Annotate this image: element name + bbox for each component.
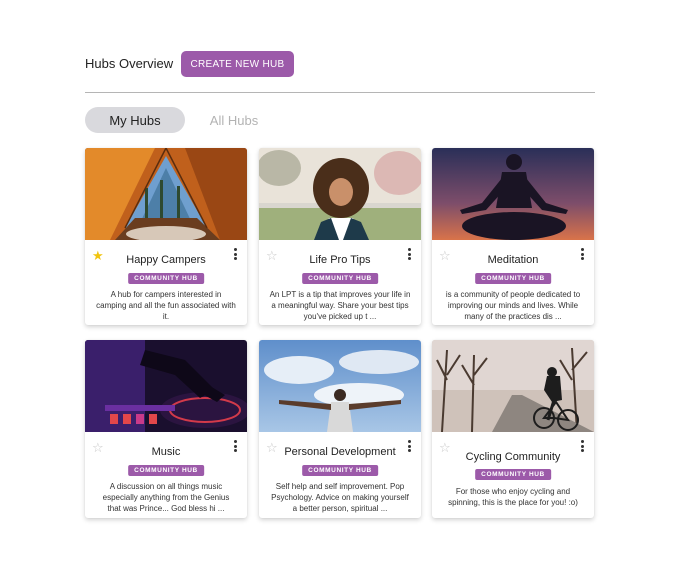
community-hub-badge: COMMUNITY HUB xyxy=(475,273,551,284)
hub-title: Happy Campers xyxy=(126,254,206,266)
create-new-hub-button[interactable]: CREATE NEW HUB xyxy=(181,51,294,77)
tab-my-hubs[interactable]: My Hubs xyxy=(85,107,185,133)
hub-card[interactable]: ★ Happy Campers COMMUNITY HUB A hub for … xyxy=(85,148,247,325)
more-options-icon[interactable] xyxy=(232,248,238,262)
hub-card[interactable]: ☆ Cycling Community COMMUNITY HUB For th… xyxy=(432,340,594,518)
page-title: Hubs Overview xyxy=(85,56,174,71)
more-options-icon[interactable] xyxy=(579,248,585,262)
hub-title: Meditation xyxy=(487,254,539,266)
page-header: Hubs Overview CREATE NEW HUB xyxy=(85,50,595,92)
dj-turntable-photo xyxy=(85,340,247,432)
header-divider xyxy=(85,92,595,93)
tent-photo xyxy=(85,148,247,240)
hub-description: A discussion on all things music especia… xyxy=(102,482,230,513)
tab-all-hubs[interactable]: All Hubs xyxy=(198,107,270,133)
hub-title: Personal Development xyxy=(284,446,396,458)
favorite-star-icon[interactable]: ☆ xyxy=(439,441,451,454)
favorite-star-icon[interactable]: ★ xyxy=(92,249,104,262)
community-hub-badge: COMMUNITY HUB xyxy=(128,273,204,284)
hub-description: For those who enjoy cycling and spinning… xyxy=(448,487,578,507)
hub-title: Life Pro Tips xyxy=(309,254,371,266)
community-hub-badge: COMMUNITY HUB xyxy=(475,469,551,480)
smiling-woman-photo xyxy=(259,148,421,240)
meditation-silhouette-photo xyxy=(432,148,594,240)
cyclist-road-photo xyxy=(432,340,594,432)
hub-title: Cycling Community xyxy=(465,451,561,463)
hub-title: Music xyxy=(151,446,181,458)
hub-description: is a community of people dedicated to im… xyxy=(445,290,581,321)
more-options-icon[interactable] xyxy=(232,440,238,454)
community-hub-badge: COMMUNITY HUB xyxy=(302,273,378,284)
hub-description: A hub for campers interested in camping … xyxy=(96,290,236,321)
favorite-star-icon[interactable]: ☆ xyxy=(266,441,278,454)
more-options-icon[interactable] xyxy=(406,440,412,454)
favorite-star-icon[interactable]: ☆ xyxy=(92,441,104,454)
hub-card[interactable]: ☆ Personal Development COMMUNITY HUB Sel… xyxy=(259,340,421,518)
community-hub-badge: COMMUNITY HUB xyxy=(128,465,204,476)
hub-card[interactable]: ☆ Music COMMUNITY HUB A discussion on al… xyxy=(85,340,247,518)
arms-outstretched-sky-photo xyxy=(259,340,421,432)
community-hub-badge: COMMUNITY HUB xyxy=(302,465,378,476)
hub-description: An LPT is a tip that improves your life … xyxy=(269,290,411,321)
favorite-star-icon[interactable]: ☆ xyxy=(439,249,451,262)
hub-card[interactable]: ☆ Meditation COMMUNITY HUB is a communit… xyxy=(432,148,594,325)
more-options-icon[interactable] xyxy=(406,248,412,262)
hub-description: Self help and self improvement. Pop Psyc… xyxy=(271,482,409,513)
more-options-icon[interactable] xyxy=(579,440,585,454)
favorite-star-icon[interactable]: ☆ xyxy=(266,249,278,262)
hub-card[interactable]: ☆ Life Pro Tips COMMUNITY HUB An LPT is … xyxy=(259,148,421,325)
